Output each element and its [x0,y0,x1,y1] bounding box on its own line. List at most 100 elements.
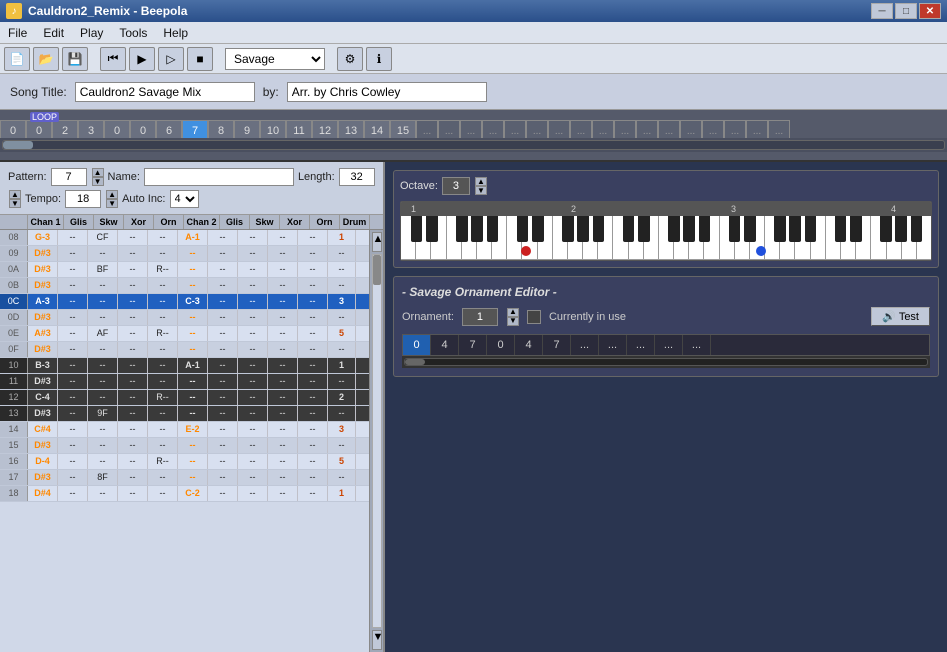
white-key-17[interactable] [659,216,674,260]
seq-cell-22[interactable]: ... [548,120,570,138]
table-row[interactable]: 0EA#3--AF--R------------5 [0,326,369,342]
white-key-11[interactable] [568,216,583,260]
white-key-12[interactable] [583,216,598,260]
chip-select[interactable]: Savage [225,48,325,70]
white-key-16[interactable] [644,216,659,260]
white-key-5[interactable] [477,216,492,260]
length-input[interactable] [339,168,375,186]
seq-cell-17[interactable]: ... [438,120,460,138]
scroll-thumb[interactable] [373,255,381,285]
seq-cell-1[interactable]: 0 [26,120,52,138]
length-down[interactable]: ▼ [9,199,21,208]
orn-seq-cell-8[interactable]: ... [627,335,655,355]
play-from-start-button[interactable]: ⏮ [100,47,126,71]
white-key-6[interactable] [492,216,507,260]
white-key-21[interactable] [720,216,735,260]
white-key-22[interactable] [735,216,750,260]
menu-item-tools[interactable]: Tools [111,24,155,42]
seq-cell-26[interactable]: ... [636,120,658,138]
white-key-25[interactable] [780,216,795,260]
play-button[interactable]: ▶ [129,47,155,71]
pattern-name-input[interactable] [144,168,294,186]
tempo-up[interactable]: ▲ [106,190,118,199]
orn-seq-cell-4[interactable]: 4 [515,335,543,355]
seq-cell-24[interactable]: ... [592,120,614,138]
seq-cell-16[interactable]: ... [416,120,438,138]
white-key-29[interactable] [841,216,856,260]
seq-cell-14[interactable]: 14 [364,120,390,138]
tempo-spinner[interactable]: ▲ ▼ [106,190,118,208]
white-key-0[interactable] [401,216,416,260]
table-row[interactable]: 08G-3--CF----A-1--------1 [0,230,369,246]
white-key-15[interactable] [629,216,644,260]
close-button[interactable]: ✕ [919,3,941,19]
menu-item-play[interactable]: Play [72,24,111,42]
in-use-checkbox[interactable] [527,310,541,324]
settings-button[interactable]: ⚙ [337,47,363,71]
octave-down[interactable]: ▼ [475,186,487,195]
seq-cell-12[interactable]: 12 [312,120,338,138]
seq-cell-25[interactable]: ... [614,120,636,138]
tempo-down[interactable]: ▼ [106,199,118,208]
white-key-28[interactable] [826,216,841,260]
white-key-26[interactable] [795,216,810,260]
menu-item-edit[interactable]: Edit [35,24,72,42]
sequence-scrollbar[interactable] [0,138,947,152]
table-row[interactable]: 13D#3--9F---------------- [0,406,369,422]
play-pattern-button[interactable]: ▷ [158,47,184,71]
length-up[interactable]: ▲ [9,190,21,199]
orn-seq-cell-5[interactable]: 7 [543,335,571,355]
seq-cell-2[interactable]: 2 [52,120,78,138]
new-button[interactable]: 📄 [4,47,30,71]
table-row[interactable]: 18D#4--------C-2--------1 [0,486,369,502]
table-row[interactable]: 12C-4------R------------2 [0,390,369,406]
table-row[interactable]: 0CA-3--------C-3--------3 [0,294,369,310]
open-button[interactable]: 📂 [33,47,59,71]
orn-seq-cell-3[interactable]: 0 [487,335,515,355]
octave-up[interactable]: ▲ [475,177,487,186]
table-row[interactable]: 11D#3-------------------- [0,374,369,390]
piano-keyboard[interactable]: 1 2 3 4 5 [400,201,932,261]
white-key-30[interactable] [856,216,871,260]
seq-cell-19[interactable]: ... [482,120,504,138]
scroll-up-btn[interactable]: ▲ [372,232,382,252]
white-key-7[interactable] [507,216,522,260]
pattern-spinner[interactable]: ▲ ▼ [92,168,104,186]
seq-cell-20[interactable]: ... [504,120,526,138]
white-key-4[interactable] [462,216,477,260]
orn-seq-cell-2[interactable]: 7 [459,335,487,355]
seq-cell-28[interactable]: ... [680,120,702,138]
white-key-32[interactable] [887,216,902,260]
table-row[interactable]: 15D#3-------------------- [0,438,369,454]
seq-cell-21[interactable]: ... [526,120,548,138]
channel-scrollbar[interactable]: ▲ ▼ [369,230,383,652]
table-row[interactable]: 0BD#3-------------------- [0,278,369,294]
maximize-button[interactable]: □ [895,3,917,19]
white-key-34[interactable] [917,216,931,260]
ornament-down[interactable]: ▼ [507,317,519,326]
table-row[interactable]: 0DD#3-------------------- [0,310,369,326]
stop-button[interactable]: ■ [187,47,213,71]
seq-cell-31[interactable]: ... [746,120,768,138]
table-row[interactable]: 09D#3-------------------- [0,246,369,262]
song-by-input[interactable] [287,82,487,102]
white-key-10[interactable] [553,216,568,260]
orn-seq-cell-10[interactable]: ... [683,335,711,355]
table-row[interactable]: 17D#3--8F---------------- [0,470,369,486]
orn-seq-cell-7[interactable]: ... [599,335,627,355]
minimize-button[interactable]: ─ [871,3,893,19]
seq-scroll-track[interactable] [2,140,945,150]
menu-item-help[interactable]: Help [155,24,196,42]
menu-item-file[interactable]: File [0,24,35,42]
table-row[interactable]: 14C#4--------E-2--------3 [0,422,369,438]
length-spinner[interactable]: ▲ ▼ [9,190,21,208]
white-key-27[interactable] [811,216,826,260]
white-key-18[interactable] [674,216,689,260]
ornament-number-input[interactable] [462,308,498,326]
white-key-33[interactable] [902,216,917,260]
seq-cell-32[interactable]: ... [768,120,790,138]
seq-cell-10[interactable]: 10 [260,120,286,138]
white-key-3[interactable] [447,216,462,260]
test-button[interactable]: 🔊 Test [871,307,930,326]
seq-cell-6[interactable]: 6 [156,120,182,138]
